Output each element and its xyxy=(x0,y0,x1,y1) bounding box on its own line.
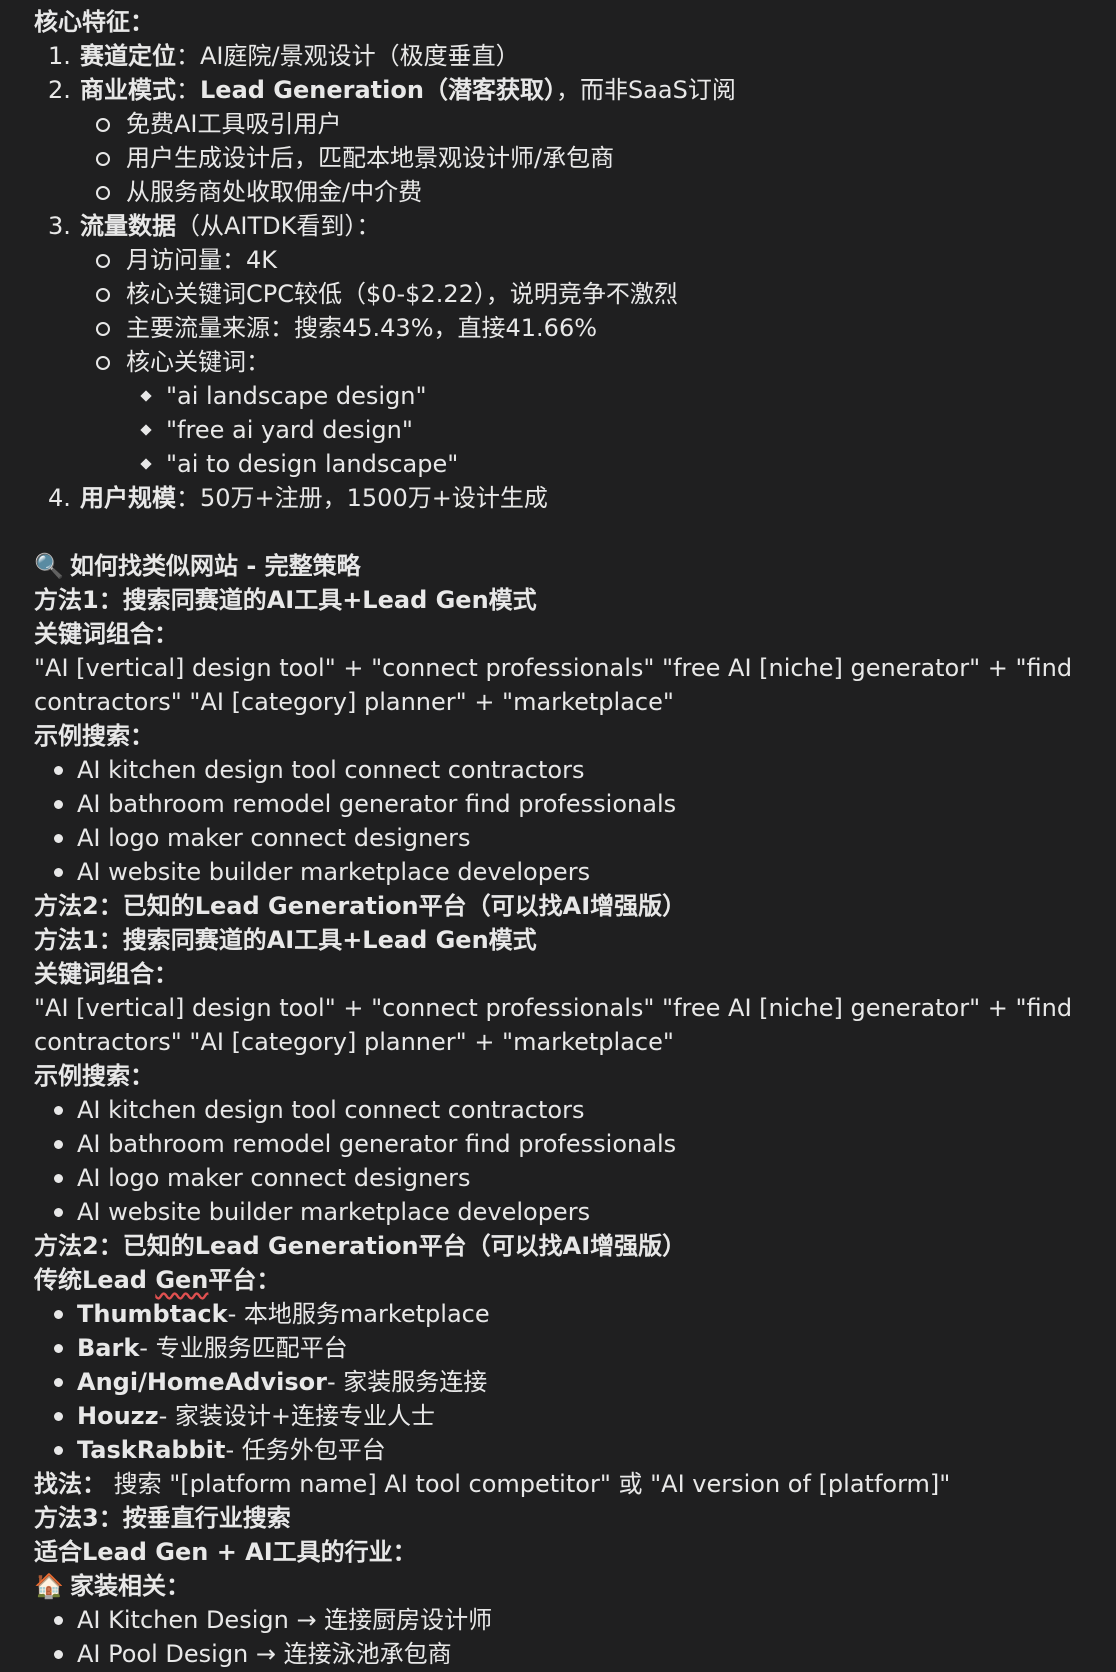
keyword-item: "free ai yard design" xyxy=(34,413,1082,447)
magnifier-icon: 🔍 xyxy=(34,552,64,580)
keyword-item: "ai to design landscape" xyxy=(34,447,1082,481)
circle-bullet-icon xyxy=(96,322,110,336)
list-item: 3. 流量数据（从AITDK看到）： xyxy=(48,212,381,240)
circle-bullet-icon xyxy=(96,356,110,370)
bullet-icon xyxy=(54,834,63,843)
home-heading: 🏠 家装相关： xyxy=(34,1569,1082,1603)
list-item: TaskRabbit - 任务外包平台 xyxy=(34,1433,1082,1467)
list-item: 2. 商业模式：Lead Generation（潜客获取），而非SaaS订阅 xyxy=(48,76,736,104)
keyword-combo-text: "AI [vertical] design tool" + "connect p… xyxy=(34,994,1073,1056)
bullet-icon xyxy=(54,868,63,877)
list-item: 4. 用户规模：50万+注册，1500万+设计生成 xyxy=(48,484,548,512)
bullet-icon xyxy=(54,1650,63,1659)
method1-heading: 方法1：搜索同赛道的AI工具+Lead Gen模式 xyxy=(34,586,537,614)
list-item: AI logo maker connect designers xyxy=(34,1161,1082,1195)
list-item: Thumbtack - 本地服务marketplace xyxy=(34,1297,1082,1331)
list-item: 免费AI工具吸引用户 xyxy=(34,107,1082,141)
traditional-heading: 传统Lead Gen平台： xyxy=(34,1266,281,1294)
list-item: Angi/HomeAdvisor - 家装服务连接 xyxy=(34,1365,1082,1399)
house-icon: 🏠 xyxy=(34,1572,64,1600)
circle-bullet-icon xyxy=(96,118,110,132)
circle-bullet-icon xyxy=(96,186,110,200)
document: 核心特征： 1. 赛道定位：AI庭院/景观设计（极度垂直） 2. 商业模式：Lead… xyxy=(0,0,1116,1671)
method3-heading: 方法3：按垂直行业搜索 xyxy=(34,1504,291,1532)
keyword-item: "ai landscape design" xyxy=(34,379,1082,413)
keyword-combo-heading: 关键词组合： xyxy=(34,620,178,648)
examples-heading: 示例搜索： xyxy=(34,1062,154,1090)
list-item: AI Kitchen Design → 连接厨房设计师 xyxy=(34,1603,1082,1637)
method2-heading: 方法2：已知的Lead Generation平台（可以找AI增强版） xyxy=(34,1232,687,1260)
core-heading: 核心特征： xyxy=(34,8,154,36)
list-item: 核心关键词： xyxy=(34,345,1082,379)
method1-heading: 方法1：搜索同赛道的AI工具+Lead Gen模式 xyxy=(34,926,537,954)
list-item: AI website builder marketplace developer… xyxy=(34,1195,1082,1229)
method-block: 方法1：搜索同赛道的AI工具+Lead Gen模式 关键词组合： "AI [ve… xyxy=(34,923,1082,1263)
list-item: AI logo maker connect designers xyxy=(34,821,1082,855)
industries-heading: 适合Lead Gen + AI工具的行业： xyxy=(34,1538,417,1566)
diamond-bullet-icon xyxy=(140,390,152,402)
bullet-icon xyxy=(54,1310,63,1319)
list-item: 从服务商处收取佣金/中介费 xyxy=(34,175,1082,209)
circle-bullet-icon xyxy=(96,152,110,166)
keyword-combo-text: "AI [vertical] design tool" + "connect p… xyxy=(34,654,1073,716)
bullet-icon xyxy=(54,766,63,775)
list-item: 月访问量：4K xyxy=(34,243,1082,277)
list-item: AI website builder marketplace developer… xyxy=(34,855,1082,889)
bullet-icon xyxy=(54,1174,63,1183)
diamond-bullet-icon xyxy=(140,458,152,470)
method2-heading: 方法2：已知的Lead Generation平台（可以找AI增强版） xyxy=(34,892,687,920)
strategy-heading: 🔍 如何找类似网站 - 完整策略 xyxy=(34,549,1082,583)
list-item: AI kitchen design tool connect contracto… xyxy=(34,1093,1082,1127)
examples-heading: 示例搜索： xyxy=(34,722,154,750)
list-item: Bark - 专业服务匹配平台 xyxy=(34,1331,1082,1365)
bullet-icon xyxy=(54,1378,63,1387)
bullet-icon xyxy=(54,1140,63,1149)
bullet-icon xyxy=(54,1208,63,1217)
bullet-icon xyxy=(54,1106,63,1115)
list-item: 主要流量来源：搜索45.43%，直接41.66% xyxy=(34,311,1082,345)
circle-bullet-icon xyxy=(96,288,110,302)
list-item: 用户生成设计后，匹配本地景观设计师/承包商 xyxy=(34,141,1082,175)
list-item: 1. 赛道定位：AI庭院/景观设计（极度垂直） xyxy=(48,42,520,70)
list-item: Houzz - 家装设计+连接专业人士 xyxy=(34,1399,1082,1433)
list-item: AI bathroom remodel generator find profe… xyxy=(34,787,1082,821)
bullet-icon xyxy=(54,800,63,809)
bullet-icon xyxy=(54,1412,63,1421)
bullet-icon xyxy=(54,1616,63,1625)
find-method: 找法： 搜索 "[platform name] AI tool competit… xyxy=(34,1470,951,1498)
keyword-combo-heading: 关键词组合： xyxy=(34,960,178,988)
spellcheck-word[interactable]: Gen xyxy=(155,1266,208,1294)
list-item: 核心关键词CPC较低（$0-$2.22），说明竞争不激烈 xyxy=(34,277,1082,311)
list-item: AI bathroom remodel generator find profe… xyxy=(34,1127,1082,1161)
list-item: AI Pool Design → 连接泳池承包商 xyxy=(34,1637,1082,1671)
bullet-icon xyxy=(54,1344,63,1353)
bullet-icon xyxy=(54,1446,63,1455)
diamond-bullet-icon xyxy=(140,424,152,436)
list-item: AI kitchen design tool connect contracto… xyxy=(34,753,1082,787)
circle-bullet-icon xyxy=(96,254,110,268)
method-block: 方法1：搜索同赛道的AI工具+Lead Gen模式 关键词组合： "AI [ve… xyxy=(34,583,1082,923)
